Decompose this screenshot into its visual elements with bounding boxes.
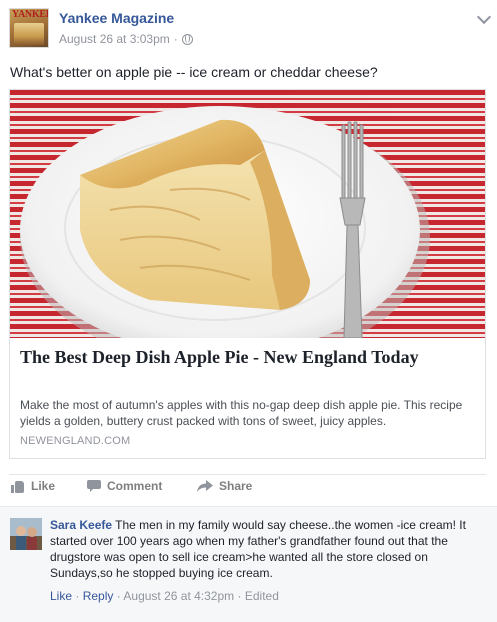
page-avatar[interactable]: YANKEE (9, 8, 49, 48)
comments-section: Sara Keefe The men in my family would sa… (0, 506, 497, 622)
link-card[interactable]: The Best Deep Dish Apple Pie - New Engla… (9, 89, 486, 459)
meta-separator: · (173, 32, 178, 46)
comment-text: The men in my family would say cheese..t… (50, 518, 466, 580)
share-label: Share (219, 479, 253, 493)
comment-label: Comment (107, 479, 163, 493)
comment-time[interactable]: August 26 at 4:32pm (123, 589, 234, 603)
share-arrow-icon (197, 480, 213, 492)
post-timestamp[interactable]: August 26 at 3:03pm (59, 32, 170, 46)
avatar-cover-art (14, 23, 44, 45)
post-meta: August 26 at 3:03pm · (59, 32, 193, 46)
link-domain: NEWENGLAND.COM (20, 435, 131, 447)
comment-footer: Like · Reply · August 26 at 4:32pm · Edi… (50, 589, 279, 603)
link-title[interactable]: The Best Deep Dish Apple Pie - New Engla… (20, 346, 475, 369)
speech-bubble-icon (87, 480, 101, 492)
like-button[interactable]: Like (11, 479, 55, 493)
link-description: Make the most of autumn's apples with th… (20, 398, 463, 428)
footer-sep-1: · (75, 589, 80, 603)
footer-sep-2: · (116, 589, 121, 603)
comment-button[interactable]: Comment (87, 479, 162, 493)
thumbs-up-icon (11, 480, 25, 493)
chevron-down-icon[interactable] (476, 9, 492, 25)
footer-sep-3: · (237, 589, 242, 603)
share-button[interactable]: Share (197, 479, 252, 493)
comment-reply-link[interactable]: Reply (83, 589, 114, 603)
post-text: What's better on apple pie -- ice cream … (10, 64, 378, 80)
link-preview-image[interactable] (10, 90, 485, 338)
page-name-link[interactable]: Yankee Magazine (59, 10, 174, 26)
comment-edited-label[interactable]: Edited (245, 589, 279, 603)
like-label: Like (31, 479, 56, 493)
commenter-avatar[interactable] (10, 518, 42, 550)
comment-body: Sara Keefe The men in my family would sa… (50, 517, 480, 581)
post-actions-bar: Like Comment Share (9, 474, 486, 498)
comment-like-link[interactable]: Like (50, 589, 72, 603)
post-header: YANKEE Yankee Magazine August 26 at 3:03… (9, 8, 492, 50)
avatar-masthead: YANKEE (12, 9, 49, 20)
comment-author-link[interactable]: Sara Keefe (50, 518, 112, 532)
commenter-photo (10, 518, 42, 550)
globe-icon (181, 33, 193, 45)
apple-pie-photo (10, 90, 485, 338)
